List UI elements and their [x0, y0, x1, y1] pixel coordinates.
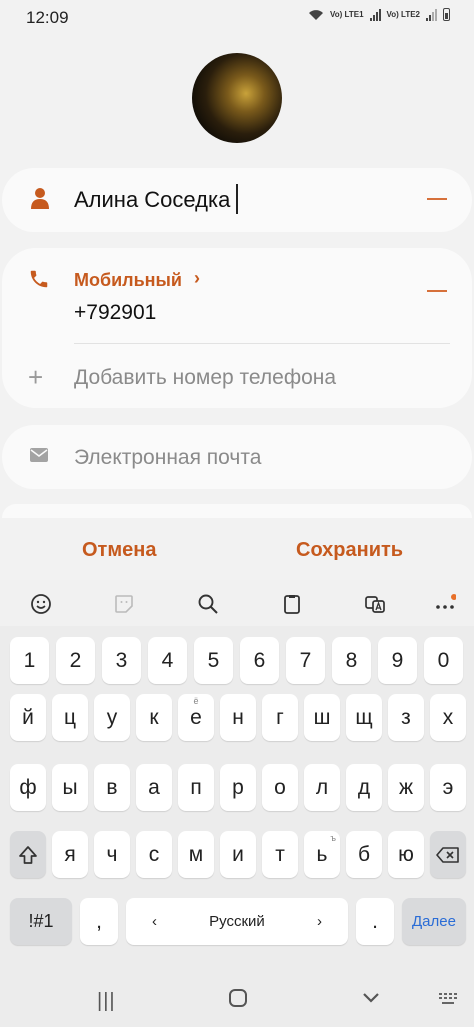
avatar[interactable] [192, 53, 282, 143]
key-д[interactable]: д [346, 764, 382, 811]
status-time: 12:09 [26, 8, 69, 27]
key-щ[interactable]: щ [346, 694, 382, 741]
key-й[interactable]: й [10, 694, 46, 741]
key-т[interactable]: т [262, 831, 298, 878]
key-6[interactable]: 6 [240, 637, 279, 684]
name-field[interactable]: Алина Соседка [74, 187, 230, 213]
emoji-icon[interactable] [30, 593, 52, 615]
key-е[interactable]: ёе [178, 694, 214, 741]
signal-1-icon [369, 8, 381, 21]
phone-number-field[interactable]: +792901 [74, 301, 156, 325]
remove-phone-button[interactable] [427, 290, 447, 292]
key-ь[interactable]: ъь [304, 831, 340, 878]
phone-type-label[interactable]: Мобильный [74, 270, 182, 291]
key-м[interactable]: м [178, 831, 214, 878]
key-г[interactable]: г [262, 694, 298, 741]
key-п[interactable]: п [178, 764, 214, 811]
plus-icon[interactable]: + [28, 364, 43, 390]
more-icon[interactable] [434, 593, 456, 615]
lang-next-icon: › [316, 913, 322, 930]
chevron-right-icon[interactable]: › [194, 268, 200, 289]
key-4[interactable]: 4 [148, 637, 187, 684]
key-label: ь [316, 842, 328, 866]
symbols-key[interactable]: !#1 [10, 898, 72, 945]
home-icon[interactable] [229, 989, 247, 1007]
cancel-button[interactable]: Отмена [82, 539, 156, 562]
key-в[interactable]: в [94, 764, 130, 811]
clipboard-icon[interactable] [281, 593, 303, 615]
key-2[interactable]: 2 [56, 637, 95, 684]
wifi-icon [309, 9, 324, 20]
key-ц[interactable]: ц [52, 694, 88, 741]
mail-icon [30, 448, 48, 462]
shift-key[interactable] [10, 831, 46, 878]
backspace-icon [436, 846, 459, 863]
backspace-key[interactable] [430, 831, 466, 878]
key-о[interactable]: о [262, 764, 298, 811]
next-key[interactable]: Далее [402, 898, 466, 945]
keyboard-toolbar [0, 580, 474, 626]
email-field[interactable]: Электронная почта [74, 446, 261, 470]
key-р[interactable]: р [220, 764, 256, 811]
signal-2-icon [426, 8, 437, 21]
key-с[interactable]: с [136, 831, 172, 878]
keyboard-switch-icon[interactable] [438, 992, 460, 1006]
key-з[interactable]: з [388, 694, 424, 741]
save-button[interactable]: Сохранить [296, 539, 403, 562]
back-chevron-down-icon[interactable] [362, 988, 380, 1006]
key-ш[interactable]: ш [304, 694, 340, 741]
key-ч[interactable]: ч [94, 831, 130, 878]
person-icon [31, 188, 49, 209]
phone-icon [30, 270, 48, 288]
key-hint: ъ [330, 833, 336, 843]
key-ф[interactable]: ф [10, 764, 46, 811]
key-я[interactable]: я [52, 831, 88, 878]
space-key[interactable]: ‹ Русский › [126, 898, 348, 945]
shift-icon [19, 845, 37, 864]
comma-key[interactable]: , [80, 898, 118, 945]
recent-apps-icon[interactable]: ||| [97, 990, 116, 1013]
key-н[interactable]: н [220, 694, 256, 741]
key-8[interactable]: 8 [332, 637, 371, 684]
key-9[interactable]: 9 [378, 637, 417, 684]
key-э[interactable]: э [430, 764, 466, 811]
space-lang-label: Русский [209, 913, 265, 930]
status-icons: Vo) LTE1 Vo) LTE2 [308, 8, 450, 21]
lang-prev-icon: ‹ [152, 913, 157, 930]
sim2-label: Vo) LTE2 [386, 9, 420, 19]
key-б[interactable]: б [346, 831, 382, 878]
text-cursor [236, 184, 238, 214]
key-ю[interactable]: ю [388, 831, 424, 878]
key-1[interactable]: 1 [10, 637, 49, 684]
key-0[interactable]: 0 [424, 637, 463, 684]
period-key[interactable]: . [356, 898, 394, 945]
key-7[interactable]: 7 [286, 637, 325, 684]
translate-icon[interactable] [364, 593, 386, 615]
sticker-icon [115, 595, 133, 613]
add-phone-button[interactable]: Добавить номер телефона [74, 366, 336, 390]
key-3[interactable]: 3 [102, 637, 141, 684]
search-icon[interactable] [197, 593, 219, 615]
key-л[interactable]: л [304, 764, 340, 811]
sim1-label: Vo) LTE1 [330, 9, 364, 19]
key-ж[interactable]: ж [388, 764, 424, 811]
key-х[interactable]: х [430, 694, 466, 741]
key-а[interactable]: а [136, 764, 172, 811]
key-и[interactable]: и [220, 831, 256, 878]
divider [74, 343, 450, 344]
key-ы[interactable]: ы [52, 764, 88, 811]
key-hint: ё [193, 696, 199, 706]
remove-name-button[interactable] [427, 198, 447, 200]
battery-icon [443, 8, 450, 21]
next-card-edge [2, 504, 472, 518]
key-5[interactable]: 5 [194, 637, 233, 684]
key-label: е [190, 705, 202, 729]
key-к[interactable]: к [136, 694, 172, 741]
key-у[interactable]: у [94, 694, 130, 741]
